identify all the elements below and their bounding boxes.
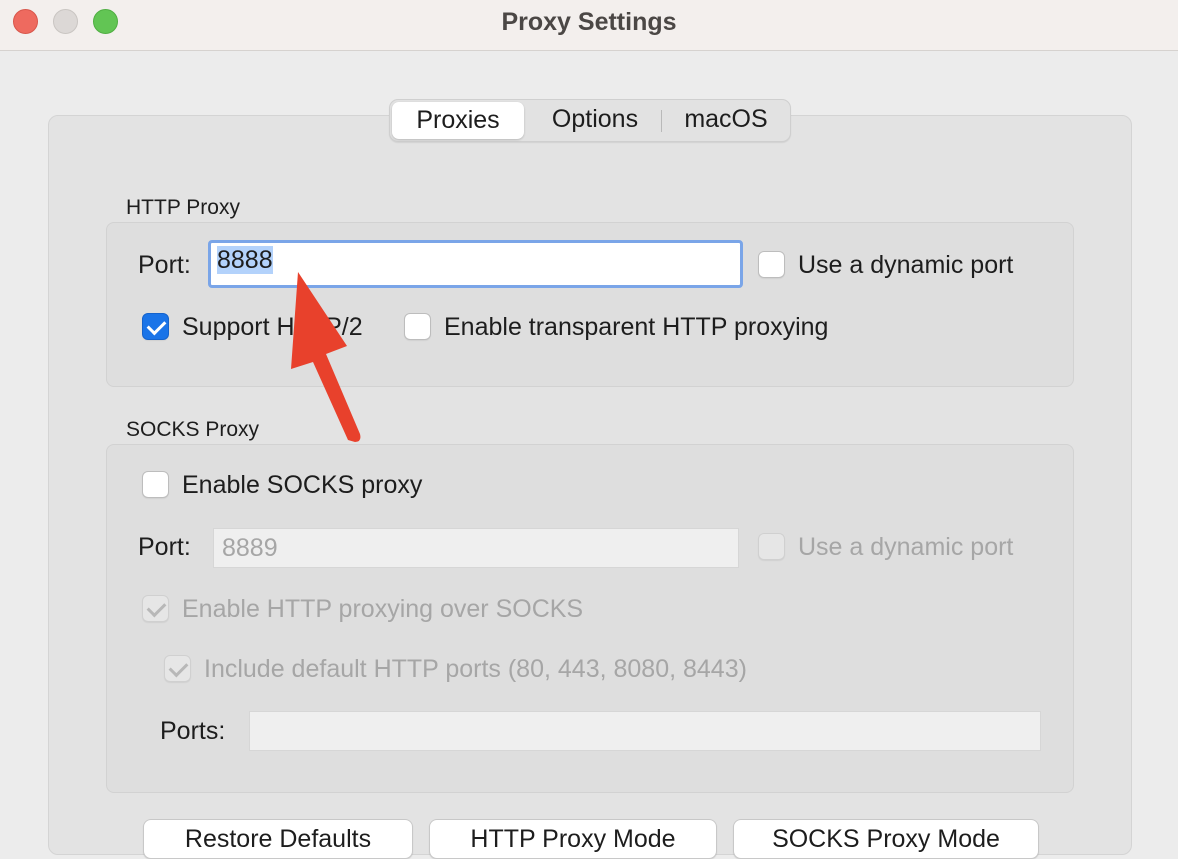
socks-dynamic-port-checkbox[interactable] xyxy=(758,533,785,560)
ports-input[interactable] xyxy=(249,711,1041,751)
http-dynamic-port-label: Use a dynamic port xyxy=(798,251,1014,279)
http-over-socks-label: Enable HTTP proxying over SOCKS xyxy=(182,595,584,623)
include-default-ports-label: Include default HTTP ports (80, 443, 808… xyxy=(204,655,747,683)
http2-checkbox[interactable] xyxy=(142,313,169,340)
title-bar: Proxy Settings xyxy=(0,0,1178,51)
http-dynamic-port-checkbox[interactable] xyxy=(758,251,785,278)
http-port-label: Port: xyxy=(138,251,191,279)
http-over-socks-checkbox[interactable] xyxy=(142,595,169,622)
socks-proxy-mode-button[interactable]: SOCKS Proxy Mode xyxy=(733,819,1039,859)
socks-proxy-section-label: SOCKS Proxy xyxy=(126,418,260,441)
socks-dynamic-port-label: Use a dynamic port xyxy=(798,533,1014,561)
transparent-proxy-checkbox[interactable] xyxy=(404,313,431,340)
include-default-ports-checkbox[interactable] xyxy=(164,655,191,682)
socks-port-label: Port: xyxy=(138,533,191,561)
http-proxy-section-label: HTTP Proxy xyxy=(126,196,240,219)
socks-port-input[interactable]: 8889 xyxy=(213,528,739,568)
ports-label: Ports: xyxy=(160,717,226,745)
tab-proxies[interactable]: Proxies xyxy=(392,102,524,139)
http-proxy-mode-button[interactable]: HTTP Proxy Mode xyxy=(429,819,717,859)
enable-socks-label: Enable SOCKS proxy xyxy=(182,471,423,499)
tab-bar: Proxies Options macOS xyxy=(389,99,791,142)
enable-socks-checkbox[interactable] xyxy=(142,471,169,498)
annotation-arrow-icon xyxy=(291,272,361,442)
tab-macos[interactable]: macOS xyxy=(662,100,790,141)
tab-options[interactable]: Options xyxy=(530,100,660,141)
window-title: Proxy Settings xyxy=(501,8,677,36)
transparent-proxy-label: Enable transparent HTTP proxying xyxy=(444,313,829,341)
restore-defaults-button[interactable]: Restore Defaults xyxy=(143,819,413,859)
